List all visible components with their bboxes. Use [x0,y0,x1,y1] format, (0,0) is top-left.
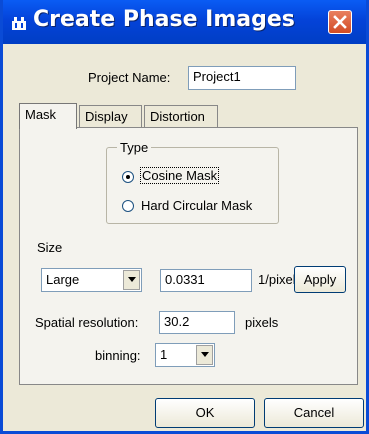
ok-button[interactable]: OK [155,398,255,428]
spatial-resolution-unit: pixels [245,315,279,330]
size-select-value: Large [46,272,80,287]
tab-display[interactable]: Display [79,105,142,127]
hard-circular-mask-label[interactable]: Hard Circular Mask [141,198,252,213]
type-group-title: Type [117,140,152,155]
cancel-button-label: Cancel [293,405,335,420]
hard-circular-mask-radio[interactable] [122,200,134,212]
close-button[interactable] [328,10,352,34]
spatial-resolution-input[interactable]: 30.2 [159,311,235,334]
binning-label: binning: [95,348,141,363]
cosine-mask-radio[interactable] [122,171,134,183]
title-bar[interactable]: Create Phase Images [3,0,366,44]
apply-button-label: Apply [303,272,337,287]
binning-select[interactable]: 1 [155,343,215,367]
dialog-window: Create Phase Images Project Name: Projec… [0,0,369,434]
size-label: Size [37,240,63,255]
tab-mask[interactable]: Mask [19,103,77,129]
apply-button[interactable]: Apply [294,266,346,293]
tab-distortion[interactable]: Distortion [144,105,218,127]
binning-select-value: 1 [160,347,168,362]
chevron-down-icon [128,277,136,282]
spatial-resolution-label: Spatial resolution: [35,315,139,330]
size-value-input[interactable]: 0.0331 [160,269,252,292]
project-name-input[interactable]: Project1 [188,66,296,90]
cancel-button[interactable]: Cancel [264,398,364,428]
size-select-dropdown[interactable] [123,270,140,290]
ok-button-label: OK [195,405,215,420]
app-icon [11,15,27,31]
cosine-mask-label[interactable]: Cosine Mask [139,167,220,184]
project-name-label: Project Name: [88,70,171,85]
binning-select-dropdown[interactable] [196,345,213,365]
chevron-down-icon [201,352,209,357]
window-title: Create Phase Images [33,7,295,32]
size-unit-label: 1/pixel [258,272,296,287]
close-icon [333,15,347,29]
size-select[interactable]: Large [41,268,142,292]
radio-selected-dot [126,175,130,179]
